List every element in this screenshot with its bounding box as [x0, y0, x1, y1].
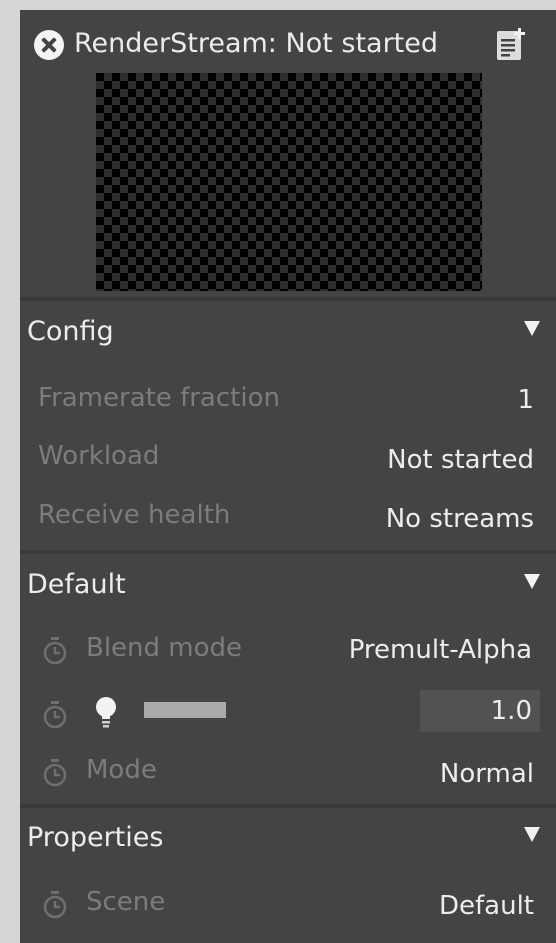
- row-label: Framerate fraction: [38, 383, 280, 413]
- stopwatch-icon[interactable]: [42, 636, 68, 666]
- scene-select[interactable]: Default: [439, 884, 534, 928]
- panel-title: RenderStream: Not started: [74, 28, 439, 59]
- workload-value: Not started: [387, 445, 534, 475]
- renderstream-panel: RenderStream: Not started Config Framera…: [20, 10, 556, 943]
- close-icon[interactable]: [34, 30, 64, 60]
- section-title: Properties: [27, 822, 164, 853]
- panel-titlebar: RenderStream: Not started: [20, 10, 556, 74]
- note-add-icon[interactable]: [496, 28, 526, 62]
- stopwatch-icon[interactable]: [42, 758, 68, 788]
- section-header-config[interactable]: Config: [20, 306, 556, 358]
- framerate-fraction-value[interactable]: 1: [517, 378, 534, 422]
- stopwatch-icon[interactable]: [42, 890, 68, 920]
- row-label: Workload: [38, 441, 160, 471]
- section-header-properties[interactable]: Properties: [20, 812, 556, 864]
- row-brightness: 1.0: [20, 686, 556, 738]
- blend-mode-select[interactable]: Premult-Alpha: [349, 628, 532, 672]
- row-workload: Workload Not started: [20, 430, 556, 482]
- brightness-slider[interactable]: [144, 702, 226, 718]
- mode-select[interactable]: Normal: [440, 752, 534, 796]
- row-receive-health: Receive health No streams: [20, 489, 556, 541]
- row-mode: Mode Normal: [20, 744, 556, 796]
- brightness-field[interactable]: 1.0: [420, 690, 540, 732]
- section-header-default[interactable]: Default: [20, 559, 556, 611]
- triangle-down-icon[interactable]: [524, 574, 540, 589]
- divider: [20, 550, 556, 554]
- row-label: Blend mode: [86, 633, 243, 663]
- row-label: Scene: [86, 887, 166, 917]
- section-title: Config: [27, 316, 114, 347]
- triangle-down-icon[interactable]: [524, 321, 540, 336]
- row-label: Mode: [86, 755, 157, 785]
- lightbulb-icon: [96, 697, 116, 728]
- triangle-down-icon[interactable]: [524, 827, 540, 842]
- row-label: Receive health: [38, 500, 231, 530]
- row-scene: Scene Default: [20, 876, 556, 928]
- brightness-value: 1.0: [490, 696, 532, 726]
- receive-health-value: No streams: [385, 504, 534, 534]
- divider: [20, 297, 556, 301]
- row-blend-mode: Blend mode Premult-Alpha: [20, 622, 556, 674]
- divider: [20, 804, 556, 808]
- stream-preview: [96, 73, 482, 291]
- section-title: Default: [27, 569, 126, 600]
- stopwatch-icon[interactable]: [42, 700, 68, 730]
- row-framerate-fraction: Framerate fraction 1: [20, 372, 556, 424]
